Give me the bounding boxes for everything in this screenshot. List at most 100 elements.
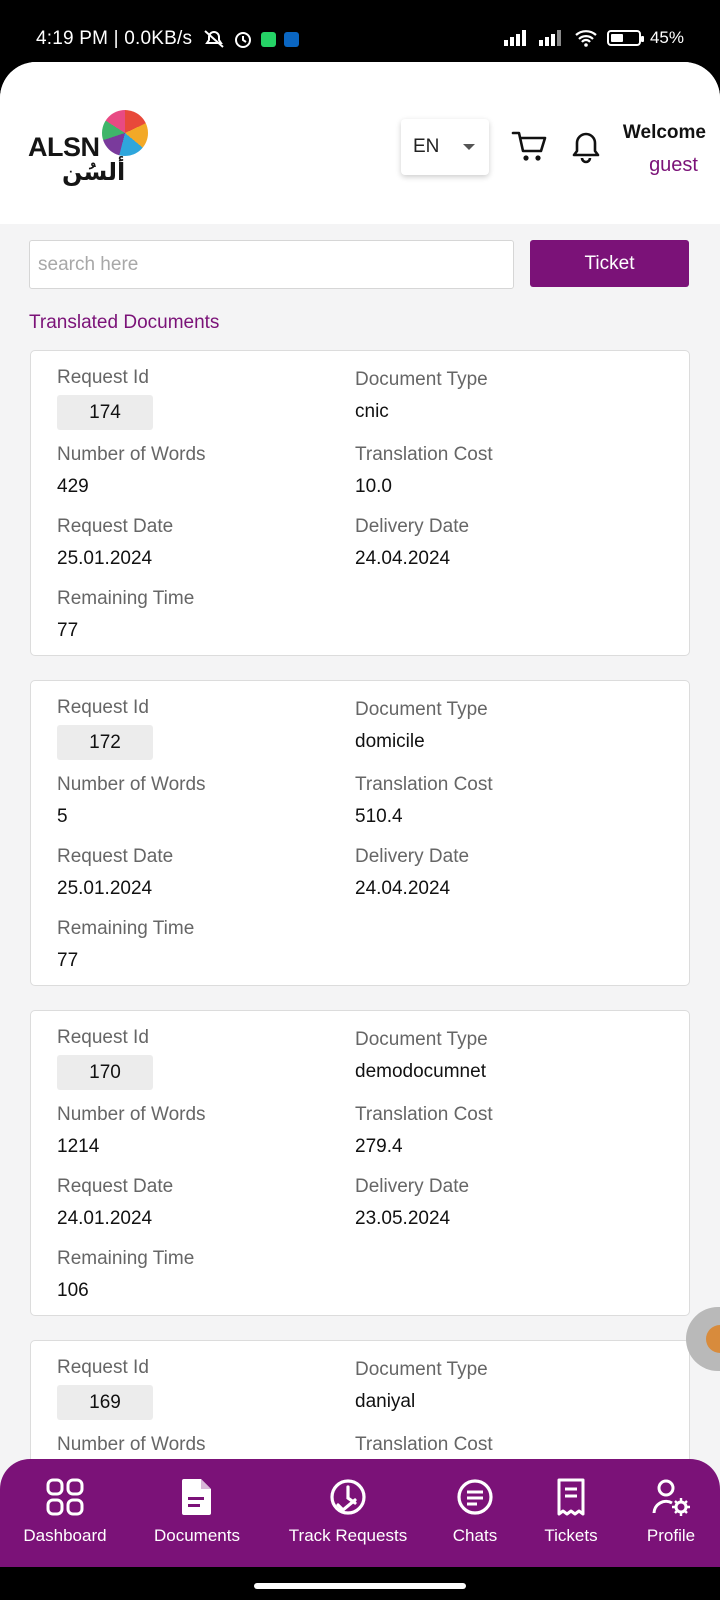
remaining-time-label: Remaining Time — [57, 1248, 195, 1269]
document-card[interactable]: Request Id 170 Document Type demodocumne… — [30, 1010, 690, 1316]
logo-arabic-text: ألسُن — [62, 158, 126, 186]
request-id-value: 174 — [57, 395, 153, 430]
remaining-time-value: 106 — [57, 1280, 89, 1301]
document-card[interactable]: Request Id 172 Document Type domicile Nu… — [30, 680, 690, 986]
alarm-icon — [235, 32, 251, 48]
words-label: Number of Words — [57, 774, 206, 795]
remaining-time-label: Remaining Time — [57, 918, 195, 939]
alsn-logo[interactable]: ALSN ألسُن — [28, 110, 152, 190]
request-date-label: Request Date — [57, 1176, 174, 1197]
chat-icon — [457, 1479, 493, 1515]
document-type-field: Document Type cnic — [355, 369, 488, 423]
delivery-date-value: 24.04.2024 — [355, 878, 451, 899]
remaining-time-label: Remaining Time — [57, 588, 195, 609]
signal-icon — [538, 30, 561, 46]
ticket-button[interactable]: Ticket — [530, 240, 689, 287]
delivery-date-label: Delivery Date — [355, 516, 470, 537]
battery-icon — [606, 30, 644, 46]
document-type-label: Document Type — [355, 369, 488, 390]
document-type-value: cnic — [355, 401, 389, 422]
welcome-block: Welcome guest — [586, 122, 706, 177]
delivery-date-field: Delivery Date 23.05.2024 — [355, 1176, 469, 1230]
battery-level — [610, 34, 623, 42]
cost-field: Translation Cost 10.0 — [355, 444, 493, 498]
request-date-label: Request Date — [57, 846, 174, 867]
words-label: Number of Words — [57, 444, 206, 465]
cost-value: 510.4 — [355, 806, 403, 827]
words-value: 5 — [57, 806, 68, 827]
document-type-label: Document Type — [355, 1359, 488, 1380]
delivery-date-label: Delivery Date — [355, 1176, 470, 1197]
words-value: 429 — [57, 476, 89, 497]
status-notification-icons — [203, 29, 299, 49]
nav-label: Tickets — [544, 1526, 598, 1545]
request-date-value: 25.01.2024 — [57, 548, 153, 569]
status-time: 4:19 PM | 0.0KB/s — [36, 28, 193, 49]
signal-icon — [503, 30, 526, 46]
whatsapp-icon — [261, 31, 276, 47]
request-id-field: Request Id 172 — [57, 697, 153, 760]
delivery-date-field: Delivery Date 24.04.2024 — [355, 846, 469, 900]
cost-label: Translation Cost — [355, 444, 493, 465]
request-date-value: 25.01.2024 — [57, 878, 153, 899]
bottom-navigation: Dashboard Documents Track Requests Chats… — [0, 1459, 720, 1567]
request-id-label: Request Id — [57, 367, 149, 388]
remaining-time-field: Remaining Time 106 — [57, 1248, 194, 1302]
request-id-value: 169 — [57, 1385, 153, 1420]
app-screen: ALSN ألسُن EN Welcome guest Ticket Trans… — [0, 62, 720, 1567]
welcome-username[interactable]: guest — [586, 154, 706, 177]
language-select[interactable]: EN — [401, 119, 489, 175]
request-date-value: 24.01.2024 — [57, 1208, 153, 1229]
document-icon — [182, 1479, 211, 1515]
battery-percent: 45% — [649, 28, 684, 47]
remaining-time-value: 77 — [57, 620, 79, 641]
request-id-label: Request Id — [57, 1027, 149, 1048]
remaining-time-field: Remaining Time 77 — [57, 588, 194, 642]
document-type-field: Document Type daniyal — [355, 1359, 488, 1413]
track-icon — [330, 1479, 366, 1515]
nav-tickets[interactable]: Tickets — [526, 1459, 616, 1567]
document-type-field: Document Type domicile — [355, 699, 488, 753]
request-id-field: Request Id 170 — [57, 1027, 153, 1090]
floating-action-button[interactable] — [686, 1307, 720, 1371]
words-value: 1214 — [57, 1136, 100, 1157]
logo-globe-icon — [102, 110, 148, 156]
cost-field: Translation Cost 510.4 — [355, 774, 493, 828]
profile-settings-icon — [652, 1479, 690, 1516]
words-field: Number of Words 429 — [57, 444, 206, 498]
search-input[interactable] — [29, 240, 514, 289]
section-title: Translated Documents — [29, 312, 220, 333]
cost-label: Translation Cost — [355, 1434, 493, 1455]
app-header: ALSN ألسُن EN Welcome guest — [0, 62, 720, 224]
request-id-value: 170 — [57, 1055, 153, 1090]
request-date-label: Request Date — [57, 516, 174, 537]
document-type-value: demodocumnet — [355, 1061, 486, 1082]
fab-icon — [706, 1325, 720, 1353]
delivery-date-value: 23.05.2024 — [355, 1208, 451, 1229]
nav-documents[interactable]: Documents — [142, 1459, 252, 1567]
document-card[interactable]: Request Id 174 Document Type cnic Number… — [30, 350, 690, 656]
nav-profile[interactable]: Profile — [622, 1459, 720, 1567]
document-type-value: daniyal — [355, 1391, 416, 1412]
nav-track-requests[interactable]: Track Requests — [278, 1459, 418, 1567]
cost-field: Translation Cost 279.4 — [355, 1104, 493, 1158]
cost-field: Translation Cost — [355, 1434, 493, 1456]
request-date-field: Request Date 25.01.2024 — [57, 516, 173, 570]
words-field: Number of Words 1214 — [57, 1104, 206, 1158]
home-indicator[interactable] — [254, 1583, 466, 1589]
document-type-label: Document Type — [355, 699, 488, 720]
nav-chats[interactable]: Chats — [430, 1459, 520, 1567]
wifi-icon — [575, 30, 597, 47]
cart-icon[interactable] — [510, 126, 550, 166]
nav-label: Profile — [646, 1526, 696, 1545]
cost-label: Translation Cost — [355, 1104, 493, 1125]
nav-dashboard[interactable]: Dashboard — [10, 1459, 120, 1567]
grid-icon — [46, 1478, 84, 1516]
remaining-time-field: Remaining Time 77 — [57, 918, 194, 972]
cost-value: 279.4 — [355, 1136, 403, 1157]
request-id-field: Request Id 174 — [57, 367, 153, 430]
receipt-icon — [557, 1478, 585, 1516]
status-bar: 4:19 PM | 0.0KB/s 45% — [0, 0, 720, 62]
status-system-icons: 45% — [503, 28, 684, 48]
nav-label: Chats — [452, 1526, 498, 1545]
